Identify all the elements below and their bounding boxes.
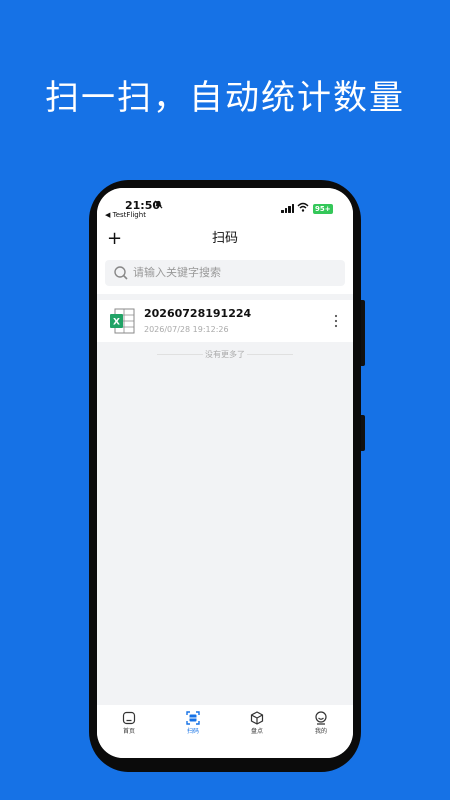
page-title: 扫码 [211, 231, 238, 246]
tab-label: 首页 [122, 728, 135, 735]
list-item[interactable]: X 20260728191224 2026/07/28 19:12:26 [97, 300, 353, 342]
tab-label: 我的 [314, 728, 327, 735]
file-name: 20260728191224 [144, 307, 252, 320]
tab-inventory[interactable]: 盘点 [225, 705, 289, 758]
phone-side-button [361, 415, 365, 451]
svg-text:X: X [113, 318, 120, 328]
file-date: 2026/07/28 19:12:26 [144, 325, 229, 334]
wifi-icon [297, 202, 309, 212]
more-options-icon[interactable] [331, 313, 341, 329]
box-icon [250, 711, 264, 725]
tab-label: 盘点 [250, 728, 263, 735]
phone-side-button [361, 300, 365, 366]
cellular-signal-icon [281, 204, 295, 213]
no-more-text: 没有更多了 [205, 350, 245, 359]
navigation-bar: + 扫码 [97, 228, 353, 250]
excel-file-icon: X [110, 308, 135, 334]
promo-headline: 扫一扫，自动统计数量 [45, 78, 405, 118]
home-icon [122, 711, 136, 725]
back-to-app-link[interactable]: ◀ TestFlight [105, 211, 146, 219]
tab-home[interactable]: 首页 [97, 705, 161, 758]
search-input[interactable]: 请输入关键字搜索 [133, 260, 221, 286]
status-bar: 21:50 ◀ TestFlight 95+ [97, 188, 353, 222]
tab-profile[interactable]: 我的 [289, 705, 353, 758]
profile-icon [315, 711, 327, 725]
tab-scan[interactable]: 扫码 [161, 705, 225, 758]
battery-indicator: 95+ [313, 204, 333, 214]
tab-bar: 首页 扫码 盘点 我的 [97, 705, 353, 758]
scan-icon [186, 711, 200, 725]
phone-screen: 21:50 ◀ TestFlight 95+ + 扫码 请输入关键字搜索 X 2… [97, 188, 353, 758]
bell-off-icon [154, 200, 163, 212]
tab-label: 扫码 [186, 728, 199, 735]
search-icon [114, 266, 128, 280]
search-bar[interactable]: 请输入关键字搜索 [105, 260, 345, 286]
divider [247, 354, 293, 355]
